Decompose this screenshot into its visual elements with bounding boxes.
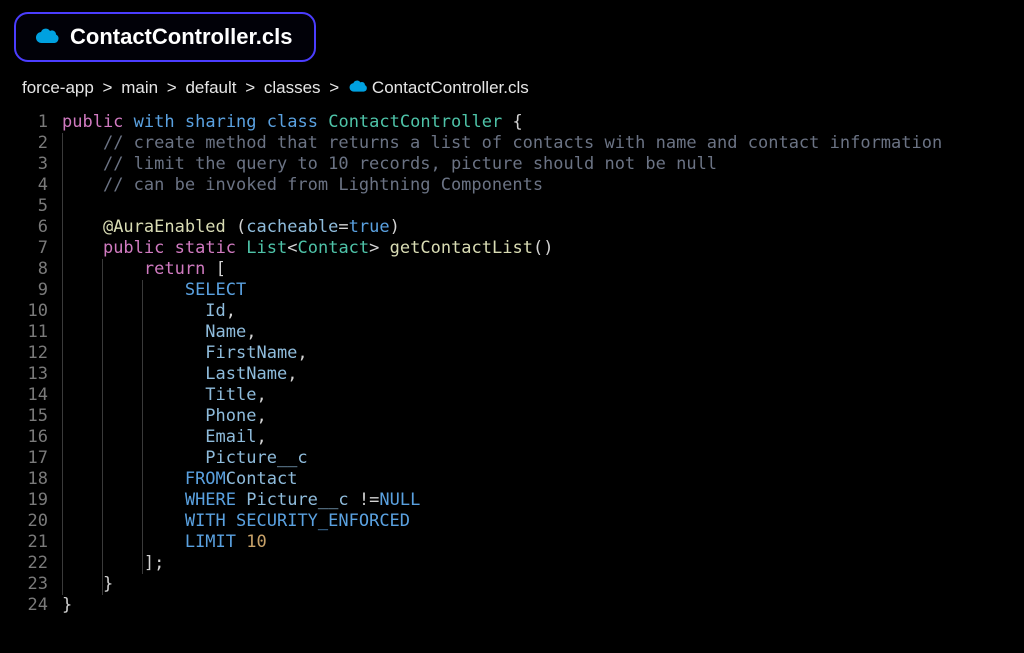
line-number: 18 [18, 469, 48, 490]
line-number: 3 [18, 154, 48, 175]
line-number: 24 [18, 595, 48, 616]
code-line: @AuraEnabled (cacheable=true) [62, 217, 942, 238]
line-number: 8 [18, 259, 48, 280]
chevron-right-icon: > [98, 78, 117, 98]
code-line: } [62, 595, 942, 616]
code-line [62, 196, 942, 217]
line-number: 22 [18, 553, 48, 574]
code-line: // limit the query to 10 records, pictur… [62, 154, 942, 175]
line-number: 19 [18, 490, 48, 511]
code-line: LIMIT 10 [62, 532, 942, 553]
breadcrumb-segment[interactable]: default [185, 78, 236, 98]
breadcrumb: force-app > main > default > classes > C… [22, 78, 1010, 98]
line-number: 6 [18, 217, 48, 238]
code-line: Title, [62, 385, 942, 406]
line-number: 15 [18, 406, 48, 427]
code-line: Phone, [62, 406, 942, 427]
line-number: 16 [18, 427, 48, 448]
chevron-right-icon: > [162, 78, 181, 98]
code-line: WHERE Picture__c !=NULL [62, 490, 942, 511]
code-line: public with sharing class ContactControl… [62, 112, 942, 133]
code-editor[interactable]: 1 2 3 4 5 6 7 8 9 10 11 12 13 14 15 16 1… [18, 112, 1010, 616]
code-line: // create method that returns a list of … [62, 133, 942, 154]
breadcrumb-segment[interactable]: main [121, 78, 158, 98]
line-number: 11 [18, 322, 48, 343]
code-line: Picture__c [62, 448, 942, 469]
file-tab[interactable]: ContactController.cls [14, 12, 316, 62]
code-line: return [ [62, 259, 942, 280]
line-number: 21 [18, 532, 48, 553]
code-line: Email, [62, 427, 942, 448]
line-number: 4 [18, 175, 48, 196]
line-number: 5 [18, 196, 48, 217]
code-line: LastName, [62, 364, 942, 385]
code-line: FirstName, [62, 343, 942, 364]
breadcrumb-segment[interactable]: force-app [22, 78, 94, 98]
code-line: WITH SECURITY_ENFORCED [62, 511, 942, 532]
line-number: 14 [18, 385, 48, 406]
line-number: 23 [18, 574, 48, 595]
chevron-right-icon: > [325, 78, 344, 98]
line-number: 13 [18, 364, 48, 385]
code-line: ]; [62, 553, 942, 574]
line-number: 10 [18, 301, 48, 322]
code-line: } [62, 574, 942, 595]
line-number: 7 [18, 238, 48, 259]
line-number: 20 [18, 511, 48, 532]
breadcrumb-file[interactable]: ContactController.cls [372, 78, 529, 98]
line-number: 12 [18, 343, 48, 364]
code-line: public static List<Contact> getContactLi… [62, 238, 942, 259]
line-number: 2 [18, 133, 48, 154]
code-content[interactable]: public with sharing class ContactControl… [62, 112, 942, 616]
line-number-gutter: 1 2 3 4 5 6 7 8 9 10 11 12 13 14 15 16 1… [18, 112, 62, 616]
file-tab-label: ContactController.cls [70, 24, 292, 50]
salesforce-cloud-icon [348, 79, 368, 99]
code-line: // can be invoked from Lightning Compone… [62, 175, 942, 196]
line-number: 1 [18, 112, 48, 133]
code-line: Name, [62, 322, 942, 343]
code-line: SELECT [62, 280, 942, 301]
code-line: Id, [62, 301, 942, 322]
line-number: 9 [18, 280, 48, 301]
line-number: 17 [18, 448, 48, 469]
code-line: FROMContact [62, 469, 942, 490]
salesforce-cloud-icon [34, 28, 60, 46]
breadcrumb-segment[interactable]: classes [264, 78, 321, 98]
chevron-right-icon: > [240, 78, 259, 98]
